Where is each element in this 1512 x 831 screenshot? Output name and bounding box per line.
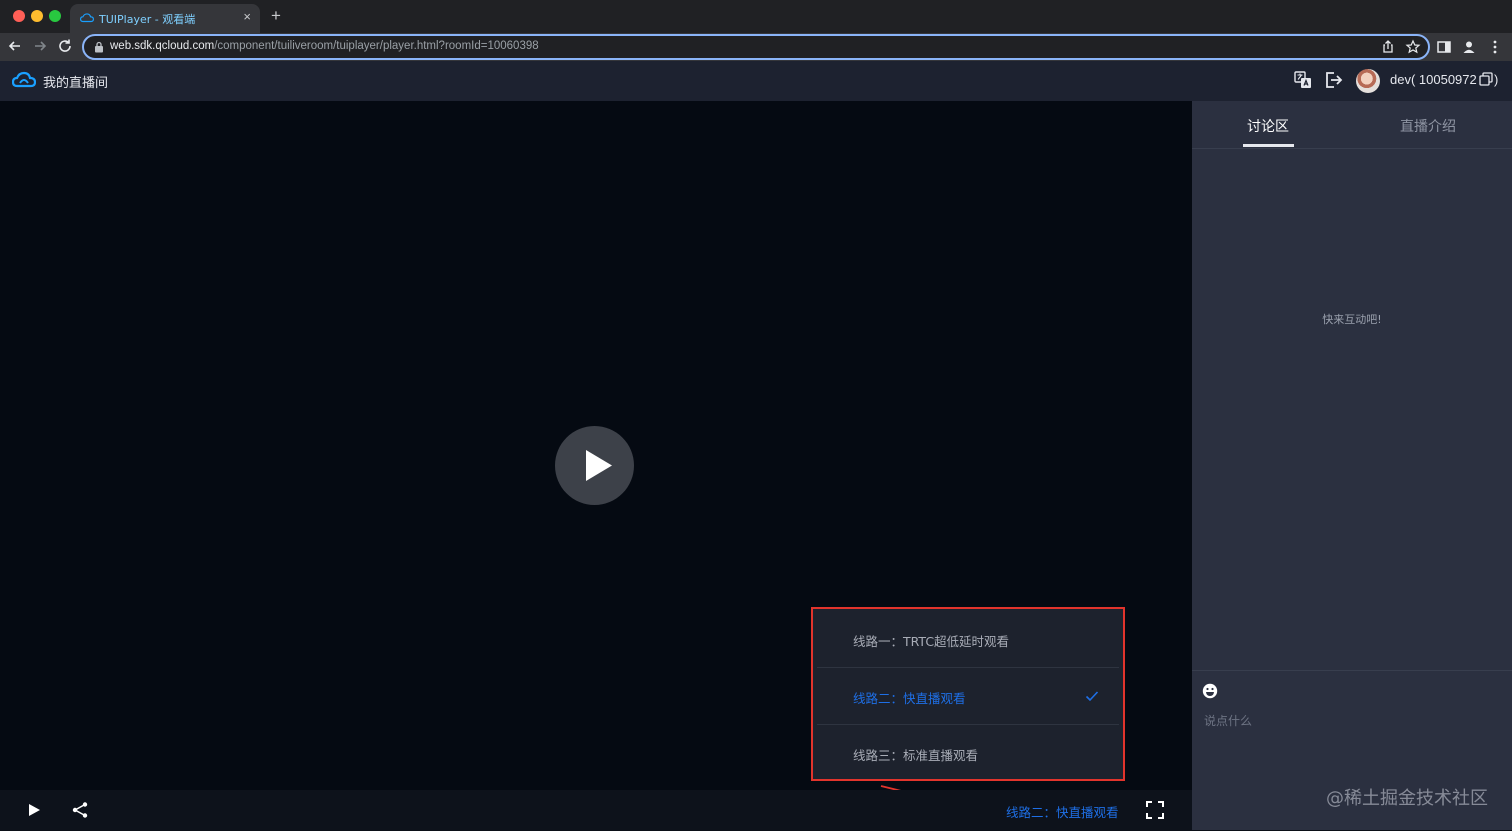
active-tab-indicator bbox=[1243, 144, 1294, 147]
profile-icon[interactable] bbox=[1461, 39, 1477, 55]
play-icon bbox=[586, 450, 612, 481]
share-icon[interactable] bbox=[1380, 39, 1396, 55]
watermark: @稀土掘金技术社区 bbox=[1326, 788, 1488, 809]
cloud-logo-icon bbox=[80, 13, 94, 23]
line-option-label: 线路一：TRTC超低延时观看 bbox=[853, 634, 1010, 649]
fullscreen-icon[interactable] bbox=[1145, 800, 1165, 820]
bookmark-star-icon[interactable] bbox=[1405, 39, 1421, 55]
browser-tab[interactable]: TUIPlayer - 观看端 × bbox=[70, 4, 260, 33]
empty-chat-hint: 快来互动吧! bbox=[1322, 313, 1382, 326]
user-name-suffix: ) bbox=[1494, 72, 1499, 87]
tab-close-icon[interactable]: × bbox=[243, 9, 251, 24]
address-bar[interactable]: web.sdk.qcloud.com/component/tuiliveroom… bbox=[82, 34, 1430, 60]
window-minimize-button[interactable] bbox=[31, 10, 43, 22]
avatar[interactable] bbox=[1356, 69, 1380, 93]
line-select-menu: 线路一：TRTC超低延时观看 线路二：快直播观看 线路三：标准直播观看 bbox=[811, 607, 1125, 781]
line-switch-button[interactable]: 线路二：快直播观看 bbox=[1006, 802, 1119, 821]
emoji-icon[interactable] bbox=[1202, 683, 1218, 699]
line-option-label: 线路二：快直播观看 bbox=[853, 691, 966, 706]
line-option-label: 线路三：标准直播观看 bbox=[853, 748, 979, 763]
url-path: /component/tuiliveroom/tuiplayer/player.… bbox=[214, 40, 539, 52]
copy-icon[interactable] bbox=[1479, 72, 1493, 86]
tab-discussion[interactable]: 讨论区 bbox=[1247, 116, 1289, 136]
window-zoom-button[interactable] bbox=[49, 10, 61, 22]
video-player[interactable]: 线路一：TRTC超低延时观看 线路二：快直播观看 线路三：标准直播观看 bbox=[0, 101, 1192, 790]
side-panel-icon[interactable] bbox=[1436, 39, 1452, 55]
player-control-bar: 线路二：快直播观看 bbox=[0, 790, 1192, 830]
side-tabs: 讨论区 直播介绍 bbox=[1192, 101, 1512, 149]
forward-arrow-icon[interactable] bbox=[32, 38, 48, 54]
reload-icon[interactable] bbox=[57, 38, 73, 54]
side-panel: 讨论区 直播介绍 快来互动吧! bbox=[1192, 101, 1512, 830]
logout-icon[interactable] bbox=[1324, 70, 1344, 90]
url-host: web.sdk.qcloud.com bbox=[110, 40, 215, 52]
line-option-3[interactable]: 线路三：标准直播观看 bbox=[817, 725, 1119, 781]
big-play-button[interactable] bbox=[555, 426, 634, 505]
check-icon bbox=[1085, 691, 1099, 702]
browser-toolbar: web.sdk.qcloud.com/component/tuiliveroom… bbox=[0, 33, 1512, 61]
share-icon[interactable] bbox=[70, 800, 90, 820]
tab-live-intro[interactable]: 直播介绍 bbox=[1400, 116, 1456, 136]
cloud-logo-icon bbox=[12, 71, 36, 88]
browser-menu-icon[interactable] bbox=[1487, 39, 1503, 55]
new-tab-button[interactable]: + bbox=[271, 6, 281, 26]
browser-tab-bar: TUIPlayer - 观看端 × + bbox=[0, 0, 1512, 33]
lock-icon[interactable] bbox=[94, 41, 104, 53]
back-arrow-icon[interactable] bbox=[7, 38, 23, 54]
chat-input[interactable] bbox=[1204, 711, 1494, 731]
tab-title: TUIPlayer - 观看端 bbox=[99, 13, 196, 26]
url-text[interactable]: web.sdk.qcloud.com/component/tuiliveroom… bbox=[110, 40, 539, 52]
line-option-1[interactable]: 线路一：TRTC超低延时观看 bbox=[817, 611, 1119, 668]
translate-icon[interactable] bbox=[1293, 70, 1313, 90]
line-option-2[interactable]: 线路二：快直播观看 bbox=[817, 668, 1119, 725]
window-close-button[interactable] bbox=[13, 10, 25, 22]
app-header: 我的直播间 dev( 10050972 ) bbox=[0, 61, 1512, 101]
page-title: 我的直播间 bbox=[43, 76, 109, 91]
user-name: dev( 10050972 bbox=[1390, 72, 1477, 87]
play-icon[interactable] bbox=[24, 800, 44, 820]
